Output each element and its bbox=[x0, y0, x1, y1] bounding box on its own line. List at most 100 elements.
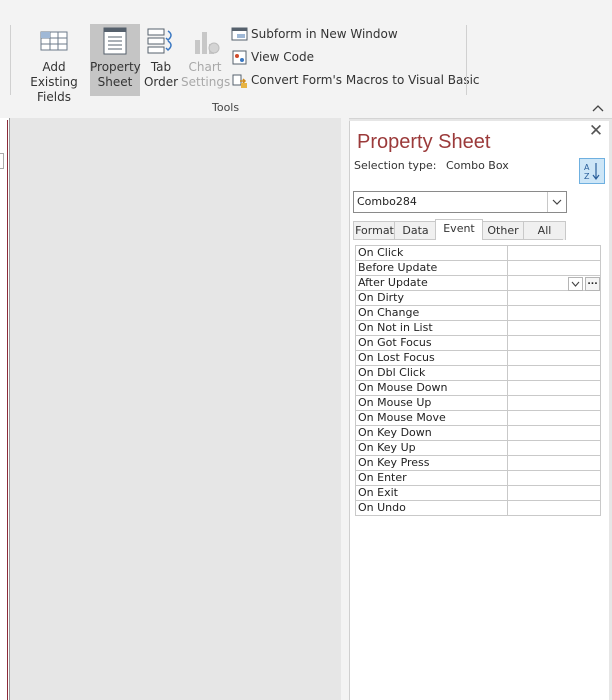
event-name: On Key Down bbox=[358, 426, 432, 439]
tab-event[interactable]: Event bbox=[435, 219, 483, 240]
event-value-field[interactable] bbox=[507, 321, 600, 335]
tab-other[interactable]: Other bbox=[481, 221, 525, 240]
event-value-field[interactable] bbox=[507, 441, 600, 455]
event-value-field[interactable] bbox=[507, 351, 600, 365]
chevron-down-icon[interactable] bbox=[568, 277, 583, 291]
selection-type: Selection type: Combo Box bbox=[354, 159, 509, 172]
event-row: On Undo bbox=[356, 501, 600, 516]
event-row: On Dirty bbox=[356, 291, 600, 306]
event-row: On Exit bbox=[356, 486, 600, 501]
event-name: Before Update bbox=[358, 261, 438, 274]
event-name: On Click bbox=[358, 246, 404, 259]
event-name: On Enter bbox=[358, 471, 407, 484]
chevron-down-icon[interactable] bbox=[547, 192, 566, 212]
event-row: On Mouse Move bbox=[356, 411, 600, 426]
event-row: On Key Up bbox=[356, 441, 600, 456]
subform-label: Subform in New Window bbox=[251, 27, 398, 41]
view-code-icon bbox=[232, 50, 247, 64]
event-row: On Got Focus bbox=[356, 336, 600, 351]
event-property-grid: On Click Before Update After Update... On D… bbox=[355, 245, 601, 516]
event-value-field[interactable] bbox=[507, 501, 600, 515]
control-selector-value: Combo284 bbox=[357, 195, 417, 208]
ribbon-separator bbox=[466, 25, 467, 95]
selection-type-value: Combo Box bbox=[445, 159, 509, 172]
event-value-field[interactable] bbox=[507, 396, 600, 410]
event-value-field[interactable] bbox=[507, 486, 600, 500]
event-value-field[interactable] bbox=[507, 471, 600, 485]
design-canvas[interactable] bbox=[10, 118, 341, 700]
property-sheet-icon bbox=[103, 27, 127, 55]
event-name: On Undo bbox=[358, 501, 406, 514]
ribbon-separator bbox=[10, 25, 11, 95]
svg-text:Z: Z bbox=[584, 172, 590, 181]
convert-macros-button[interactable]: Convert Form's Macros to Visual Basic bbox=[231, 70, 480, 90]
event-value-field[interactable]: ... bbox=[507, 276, 600, 291]
ribbon: Add Existing Fields Property Sheet Tab O… bbox=[0, 0, 612, 119]
tab-order-button[interactable]: Tab Order bbox=[143, 24, 179, 96]
event-row: On Not in List bbox=[356, 321, 600, 336]
event-row: On Change bbox=[356, 306, 600, 321]
tools-group-label: Tools bbox=[212, 101, 240, 114]
event-row: On Mouse Down bbox=[356, 381, 600, 396]
form-boundary-line bbox=[7, 120, 8, 700]
event-row: On Mouse Up bbox=[356, 396, 600, 411]
add-existing-fields-label-2: Fields bbox=[37, 90, 71, 104]
add-existing-fields-button[interactable]: Add Existing Fields bbox=[19, 24, 89, 104]
tab-all[interactable]: All bbox=[523, 221, 566, 240]
event-value-field[interactable] bbox=[507, 426, 600, 440]
tab-order-label-1: Tab bbox=[150, 60, 172, 74]
view-code-button[interactable]: View Code bbox=[231, 47, 314, 67]
ruler-mark bbox=[0, 153, 4, 169]
event-name: After Update bbox=[358, 276, 428, 289]
event-value-field[interactable] bbox=[507, 381, 600, 395]
event-row: On Key Down bbox=[356, 426, 600, 441]
add-existing-fields-label-1: Add Existing bbox=[30, 60, 78, 89]
event-name: On Got Focus bbox=[358, 336, 432, 349]
svg-text:A: A bbox=[584, 163, 590, 172]
tab-data[interactable]: Data bbox=[394, 221, 437, 240]
sort-az-button[interactable]: A Z bbox=[579, 158, 605, 184]
event-name: On Mouse Up bbox=[358, 396, 432, 409]
property-sheet-button[interactable]: Property Sheet bbox=[90, 24, 141, 96]
event-value-field[interactable] bbox=[507, 261, 600, 275]
chart-settings-icon bbox=[195, 32, 220, 54]
event-name: On Key Press bbox=[358, 456, 430, 469]
subform-in-new-window-button[interactable]: Subform in New Window bbox=[231, 24, 398, 44]
event-name: On Dbl Click bbox=[358, 366, 426, 379]
event-name: On Mouse Down bbox=[358, 381, 448, 394]
property-sheet-label-1: Property bbox=[90, 60, 141, 74]
event-name: On Key Up bbox=[358, 441, 416, 454]
event-value-field[interactable] bbox=[507, 456, 600, 470]
sort-az-icon: A Z bbox=[584, 163, 600, 181]
convert-macros-label: Convert Form's Macros to Visual Basic bbox=[251, 73, 480, 87]
event-name: On Not in List bbox=[358, 321, 433, 334]
event-value-field[interactable] bbox=[507, 291, 600, 305]
close-icon[interactable]: ✕ bbox=[588, 123, 604, 140]
subform-icon bbox=[231, 27, 248, 40]
event-value-field[interactable] bbox=[507, 246, 600, 260]
property-sheet-pane: Property Sheet ✕ Selection type: Combo B… bbox=[349, 121, 609, 700]
pane-divider[interactable] bbox=[341, 118, 349, 700]
add-existing-fields-icon bbox=[40, 31, 68, 51]
event-value-field[interactable] bbox=[507, 306, 600, 320]
event-name: On Mouse Move bbox=[358, 411, 446, 424]
tab-order-label-2: Order bbox=[143, 75, 179, 89]
chart-settings-label-1: Chart bbox=[188, 60, 222, 74]
event-row: On Click bbox=[356, 246, 600, 261]
control-selector[interactable]: Combo284 bbox=[353, 191, 567, 213]
tab-order-icon bbox=[147, 28, 172, 54]
event-row: On Key Press bbox=[356, 456, 600, 471]
selection-type-label: Selection type: bbox=[354, 159, 437, 172]
event-value-field[interactable] bbox=[507, 366, 600, 380]
collapse-ribbon-icon[interactable] bbox=[592, 103, 604, 113]
chart-settings-label-2: Settings bbox=[181, 75, 231, 89]
tab-format[interactable]: Format bbox=[353, 221, 396, 240]
event-row: On Lost Focus bbox=[356, 351, 600, 366]
builder-button[interactable]: ... bbox=[585, 277, 600, 291]
event-row: On Dbl Click bbox=[356, 366, 600, 381]
event-name: On Exit bbox=[358, 486, 398, 499]
event-row: On Enter bbox=[356, 471, 600, 486]
chart-settings-button[interactable]: Chart Settings bbox=[181, 24, 231, 96]
event-value-field[interactable] bbox=[507, 411, 600, 425]
event-value-field[interactable] bbox=[507, 336, 600, 350]
